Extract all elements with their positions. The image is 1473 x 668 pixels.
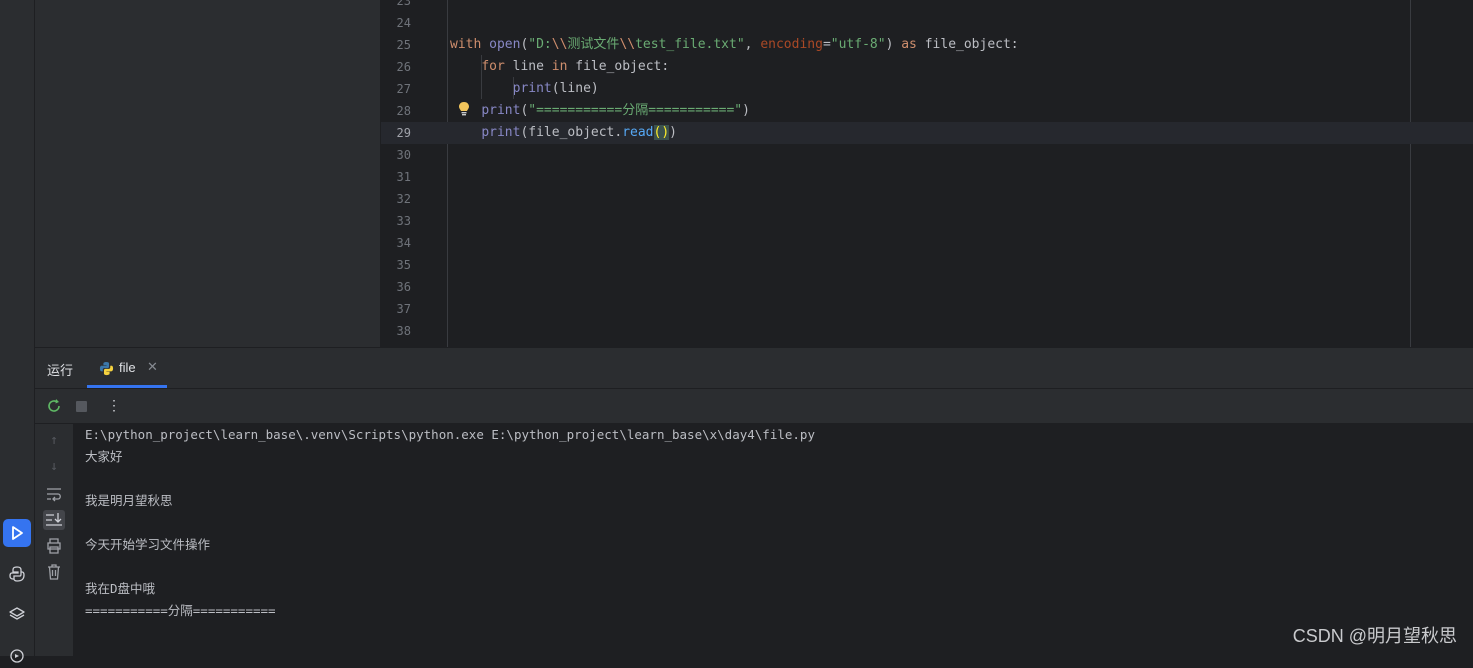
console-side-toolbar: ↑ ↓ <box>35 424 74 656</box>
tab-active-indicator <box>87 385 167 388</box>
code-line[interactable]: 24 <box>381 12 1473 34</box>
console-line: 今天开始学习文件操作 <box>85 537 211 552</box>
line-number: 33 <box>396 214 411 228</box>
scroll-down-icon[interactable]: ↓ <box>45 458 63 476</box>
close-icon[interactable]: ✕ <box>147 359 158 375</box>
python-console-icon[interactable] <box>3 560 31 588</box>
line-number: 36 <box>396 280 411 294</box>
line-number: 29 <box>396 126 411 140</box>
run-panel-title: 运行 <box>47 363 74 378</box>
activity-bar <box>0 0 35 663</box>
code-editor[interactable]: 23 24 25 with open("D:\\测试文件\\test_file.… <box>381 0 1473 347</box>
run-panel: 运行 file ✕ ⋮ ↑ ↓ E:\python_project\learn_… <box>35 348 1473 656</box>
code-line[interactable]: 36 <box>381 276 1473 298</box>
code-line[interactable]: 28 print("===========分隔===========") <box>381 100 1473 122</box>
line-number: 38 <box>396 324 411 338</box>
code-line[interactable]: 32 <box>381 188 1473 210</box>
code-line[interactable]: 27 print(line) <box>381 78 1473 100</box>
console-line: ===========分隔=========== <box>85 603 276 618</box>
lightbulb-icon[interactable] <box>457 101 471 117</box>
run-panel-header: 运行 file ✕ <box>35 348 1473 389</box>
run-icon[interactable] <box>3 519 31 547</box>
line-number: 34 <box>396 236 411 250</box>
line-number: 32 <box>396 192 411 206</box>
code-text: print(file_object.read()) <box>481 125 677 140</box>
scroll-to-end-icon[interactable] <box>43 510 65 530</box>
line-number: 23 <box>396 0 411 8</box>
console-line: 我是明月望秋思 <box>85 493 173 508</box>
watermark: CSDN @明月望秋思 <box>1292 626 1457 646</box>
indent-guide <box>513 77 514 99</box>
services-icon[interactable] <box>3 640 31 668</box>
code-line[interactable]: 35 <box>381 254 1473 276</box>
run-toolbar: ⋮ <box>35 389 1473 424</box>
console-output[interactable]: E:\python_project\learn_base\.venv\Scrip… <box>74 424 1473 656</box>
code-line[interactable]: 23 <box>381 0 1473 12</box>
code-line[interactable]: 31 <box>381 166 1473 188</box>
run-tab-label: file <box>119 360 136 375</box>
code-line-current[interactable]: 29 print(file_object.read()) <box>381 122 1473 144</box>
indent-guide <box>481 55 482 99</box>
line-number: 27 <box>396 82 411 96</box>
line-number: 37 <box>396 302 411 316</box>
project-panel <box>35 0 381 347</box>
layers-icon[interactable] <box>3 600 31 628</box>
python-file-icon <box>99 361 114 376</box>
code-line[interactable]: 38 <box>381 320 1473 342</box>
line-number: 25 <box>396 38 411 52</box>
code-text: with open("D:\\测试文件\\test_file.txt", enc… <box>450 37 1019 52</box>
line-number: 28 <box>396 104 411 118</box>
code-line[interactable]: 30 <box>381 144 1473 166</box>
run-tab-file[interactable]: file ✕ <box>87 348 167 388</box>
line-number: 24 <box>396 16 411 30</box>
code-line[interactable]: 26 for line in file_object: <box>381 56 1473 78</box>
code-line[interactable]: 34 <box>381 232 1473 254</box>
code-line[interactable]: 37 <box>381 298 1473 320</box>
code-line[interactable]: 25 with open("D:\\测试文件\\test_file.txt", … <box>381 34 1473 56</box>
console-line: E:\python_project\learn_base\.venv\Scrip… <box>85 427 815 442</box>
scroll-up-icon[interactable]: ↑ <box>45 432 63 450</box>
console-line: 我在D盘中哦 <box>85 581 156 596</box>
stop-icon[interactable] <box>72 397 90 415</box>
code-text: for line in file_object: <box>481 59 670 74</box>
print-icon[interactable] <box>45 537 63 555</box>
line-number: 30 <box>396 148 411 162</box>
more-icon[interactable]: ⋮ <box>105 397 123 415</box>
code-text: print("===========分隔===========") <box>481 103 750 118</box>
code-line[interactable]: 33 <box>381 210 1473 232</box>
soft-wrap-icon[interactable] <box>45 485 63 503</box>
line-number: 35 <box>396 258 411 272</box>
console-line: 大家好 <box>85 449 123 464</box>
clear-icon[interactable] <box>45 563 63 581</box>
line-number: 26 <box>396 60 411 74</box>
rerun-icon[interactable] <box>45 397 63 415</box>
code-text: print(line) <box>512 81 599 96</box>
line-number: 31 <box>396 170 411 184</box>
